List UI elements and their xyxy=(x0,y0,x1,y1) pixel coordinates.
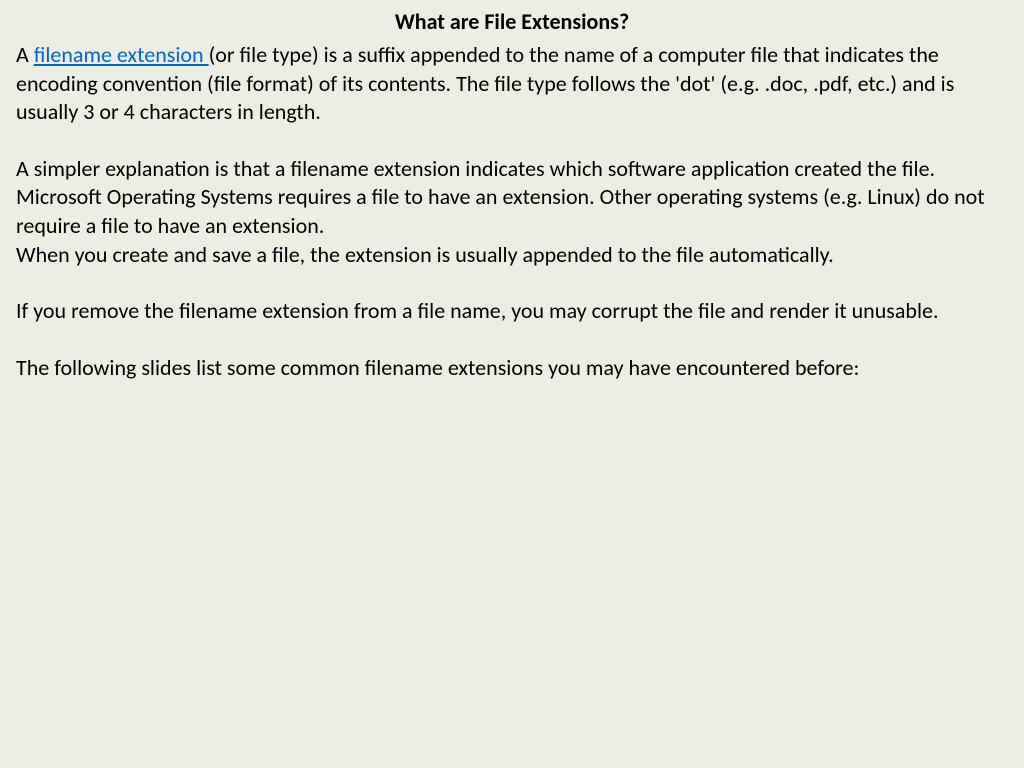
spacer xyxy=(16,326,1008,354)
spacer xyxy=(16,127,1008,155)
paragraph-2: A simpler explanation is that a filename… xyxy=(16,155,1008,241)
slide-content: A filename extension (or file type) is a… xyxy=(16,41,1008,382)
paragraph-3: When you create and save a file, the ext… xyxy=(16,241,1008,270)
paragraph-1: A filename extension (or file type) is a… xyxy=(16,41,1008,127)
text-prefix: A xyxy=(16,41,34,68)
spacer xyxy=(16,269,1008,297)
paragraph-4: If you remove the filename extension fro… xyxy=(16,297,1008,326)
paragraph-5: The following slides list some common fi… xyxy=(16,354,1008,383)
filename-extension-link[interactable]: filename extension xyxy=(34,41,209,68)
slide-title: What are File Extensions? xyxy=(16,8,1008,35)
